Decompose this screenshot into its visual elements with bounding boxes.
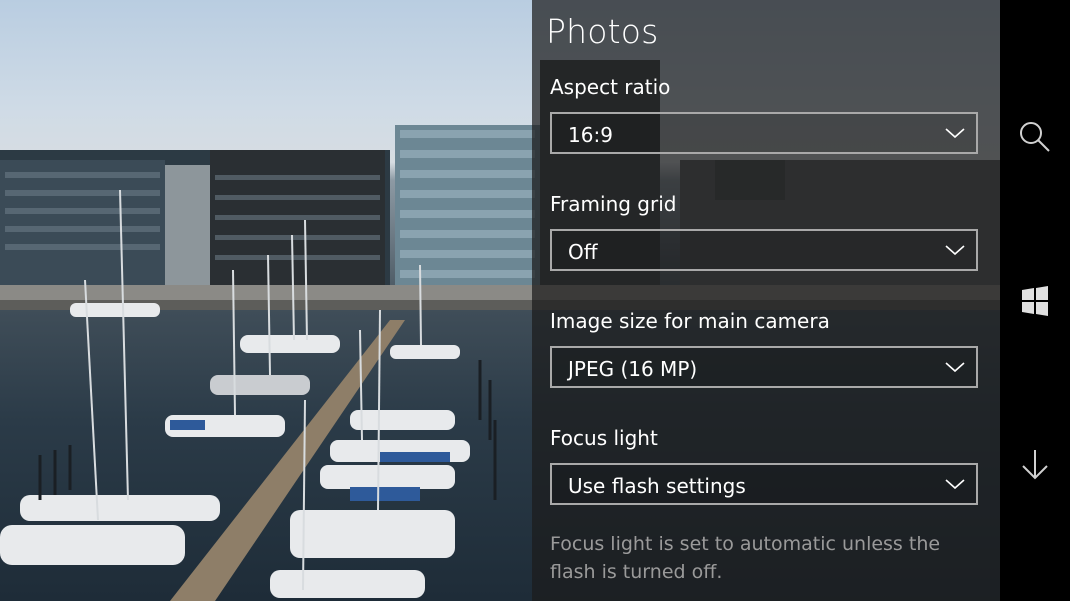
arrow-down-icon (1022, 450, 1048, 480)
framing-grid-value: Off (568, 240, 598, 264)
settings-pane: Photos Aspect ratio 16:9 Framing grid Of… (532, 0, 1000, 601)
chevron-down-icon (945, 479, 965, 490)
focus-light-hint: Focus light is set to automatic unless t… (550, 533, 941, 583)
start-button[interactable] (1015, 281, 1055, 321)
aspect-ratio-label: Aspect ratio (550, 75, 671, 99)
back-down-button[interactable] (1015, 445, 1055, 485)
search-icon (1020, 122, 1050, 152)
image-size-label: Image size for main camera (550, 309, 830, 333)
search-button[interactable] (1015, 117, 1055, 157)
focus-light-dropdown[interactable]: Use flash settings (550, 463, 978, 505)
pane-title: Photos (546, 12, 659, 51)
app-bar (1000, 0, 1070, 601)
chevron-down-icon (945, 245, 965, 256)
windows-logo-icon (1022, 286, 1048, 316)
image-size-dropdown[interactable]: JPEG (16 MP) (550, 346, 978, 388)
aspect-ratio-dropdown[interactable]: 16:9 (550, 112, 978, 154)
chevron-down-icon (945, 362, 965, 373)
chevron-down-icon (945, 128, 965, 139)
framing-grid-dropdown[interactable]: Off (550, 229, 978, 271)
aspect-ratio-value: 16:9 (568, 123, 613, 147)
focus-light-label: Focus light (550, 426, 658, 450)
framing-grid-label: Framing grid (550, 192, 677, 216)
focus-light-value: Use flash settings (568, 474, 746, 498)
image-size-value: JPEG (16 MP) (568, 357, 698, 381)
